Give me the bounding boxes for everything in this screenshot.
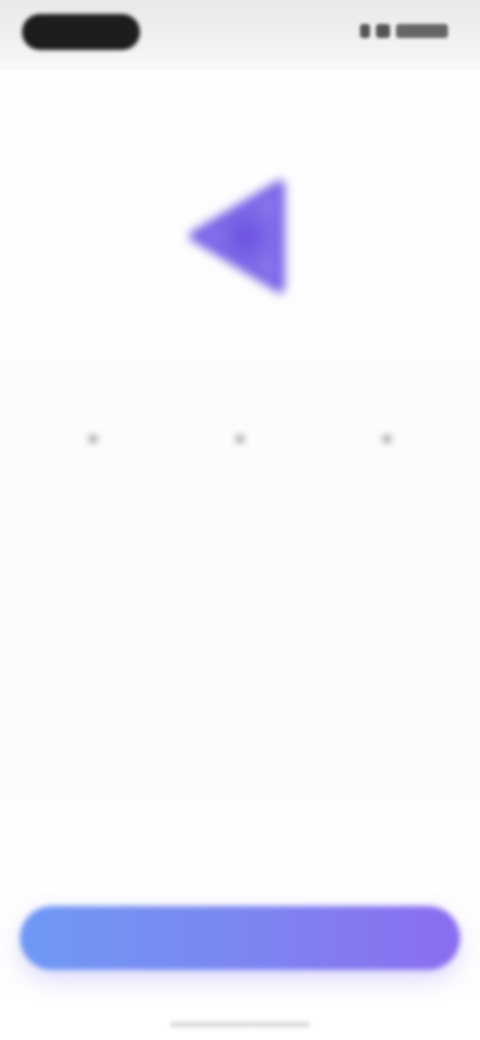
system-icons [360, 24, 448, 38]
onboarding-screen [0, 0, 480, 1040]
battery-icon [396, 24, 448, 38]
play-triangle-icon [189, 180, 285, 293]
back-link[interactable] [22, 92, 122, 110]
dynamic-island [22, 14, 140, 50]
status-bar [0, 0, 480, 70]
get-started-button[interactable] [20, 906, 460, 970]
signal-icon [360, 24, 370, 38]
home-indicator[interactable] [170, 1022, 310, 1027]
feature-list [20, 436, 460, 442]
separator-dot [383, 436, 390, 442]
wifi-icon [376, 24, 390, 38]
separator-dot [236, 436, 243, 442]
separator-dot [90, 436, 97, 442]
